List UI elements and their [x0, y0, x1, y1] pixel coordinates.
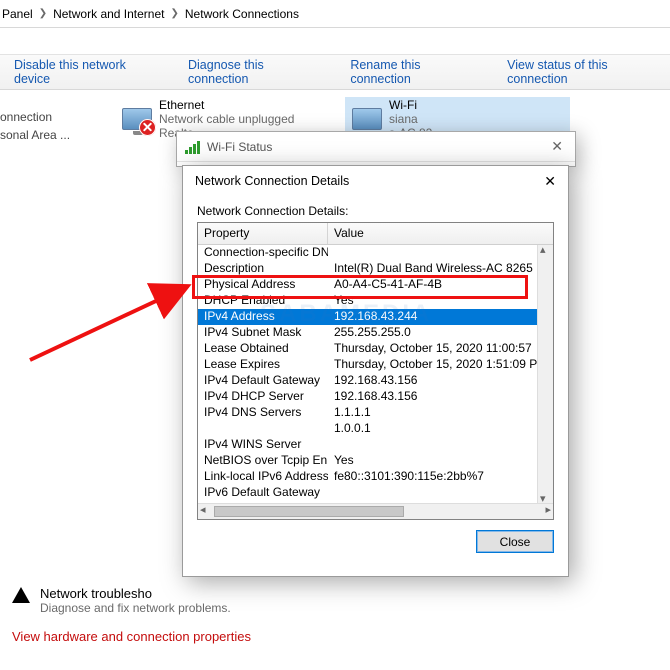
cell-property: Physical Address — [198, 277, 328, 293]
hardware-properties-link[interactable]: View hardware and connection properties — [12, 629, 652, 644]
vertical-scrollbar[interactable] — [537, 245, 553, 503]
view-status-button[interactable]: View status of this connection — [507, 58, 670, 86]
scrollbar-thumb[interactable] — [214, 506, 404, 517]
table-row[interactable]: DHCP EnabledYes — [198, 293, 537, 309]
close-button[interactable]: Close — [476, 530, 554, 553]
cell-property: IPv4 Address — [198, 309, 328, 325]
table-row[interactable]: Link-local IPv6 Addressfe80::3101:390:11… — [198, 469, 537, 485]
table-row[interactable]: Lease ObtainedThursday, October 15, 2020… — [198, 341, 537, 357]
table-row[interactable]: IPv4 DNS Servers1.1.1.1 — [198, 405, 537, 421]
table-row[interactable]: IPv4 DHCP Server192.168.43.156 — [198, 389, 537, 405]
chevron-right-icon: ❯ — [39, 8, 47, 19]
cell-property: Connection-specific DN... — [198, 245, 328, 261]
adapter-status: siana — [389, 112, 442, 126]
wifi-status-window: Wi-Fi Status ✕ — [176, 131, 576, 167]
adapter-name: Wi-Fi — [389, 98, 442, 112]
troubleshoot-section: Network troublesho Diagnose and fix netw… — [12, 586, 652, 644]
sidebar-text: onnection — [0, 108, 110, 126]
adapter-status: Network cable unplugged — [159, 112, 294, 126]
disconnected-icon — [139, 119, 156, 136]
crumb-panel[interactable]: Panel — [2, 7, 33, 21]
table-row[interactable]: Physical AddressA0-A4-C5-41-AF-4B — [198, 277, 537, 293]
table-row[interactable]: IPv4 WINS Server — [198, 437, 537, 453]
signal-icon — [185, 140, 201, 154]
disable-device-button[interactable]: Disable this network device — [14, 58, 164, 86]
close-icon[interactable]: ✕ — [540, 173, 560, 190]
header-property[interactable]: Property — [198, 223, 328, 244]
cell-value: 255.255.255.0 — [328, 325, 537, 341]
cell-value: Intel(R) Dual Band Wireless-AC 8265 — [328, 261, 537, 277]
troubleshoot-sub: Diagnose and fix network problems. — [40, 601, 231, 615]
grid-header[interactable]: Property Value — [198, 223, 553, 245]
adapter-name: Ethernet — [159, 98, 294, 112]
table-row[interactable]: IPv4 Address192.168.43.244 — [198, 309, 537, 325]
network-details-window: Network Connection Details ✕ Network Con… — [182, 165, 569, 577]
cell-value: Thursday, October 15, 2020 1:51:09 P — [328, 357, 537, 373]
table-row[interactable]: NetBIOS over Tcpip En...Yes — [198, 453, 537, 469]
sidebar-text: sonal Area ... — [0, 126, 110, 144]
horizontal-scrollbar[interactable] — [198, 503, 553, 519]
troubleshoot-title: Network troublesho — [40, 586, 231, 601]
cell-value: Yes — [328, 453, 537, 469]
cell-value — [328, 245, 537, 261]
table-row[interactable]: Connection-specific DN... — [198, 245, 537, 261]
cell-property — [198, 421, 328, 437]
crumb-connections[interactable]: Network Connections — [185, 7, 299, 21]
breadcrumb[interactable]: Panel ❯ Network and Internet ❯ Network C… — [0, 0, 670, 28]
cell-value: Yes — [328, 293, 537, 309]
cell-value: 192.168.43.244 — [328, 309, 537, 325]
cell-property: IPv4 DHCP Server — [198, 389, 328, 405]
warning-icon — [12, 586, 30, 604]
cell-value: 1.0.0.1 — [328, 421, 537, 437]
cell-property: IPv4 Default Gateway — [198, 373, 328, 389]
header-value[interactable]: Value — [328, 223, 553, 244]
cell-value: fe80::3101:390:115e:2bb%7 — [328, 469, 537, 485]
details-grid: Property Value Connection-specific DN...… — [197, 222, 554, 520]
cell-property: IPv6 Default Gateway — [198, 485, 328, 501]
cell-property: IPv4 Subnet Mask — [198, 325, 328, 341]
diagnose-button[interactable]: Diagnose this connection — [188, 58, 326, 86]
table-row[interactable]: Lease ExpiresThursday, October 15, 2020 … — [198, 357, 537, 373]
cell-property: Link-local IPv6 Address — [198, 469, 328, 485]
cell-property: DHCP Enabled — [198, 293, 328, 309]
cell-value: 192.168.43.156 — [328, 389, 537, 405]
cell-value — [328, 437, 537, 453]
cell-value: 1.1.1.1 — [328, 405, 537, 421]
table-row[interactable]: IPv6 Default Gateway — [198, 485, 537, 501]
crumb-network[interactable]: Network and Internet — [53, 7, 164, 21]
cell-property: Lease Obtained — [198, 341, 328, 357]
cell-value: 192.168.43.156 — [328, 373, 537, 389]
window-title: Wi-Fi Status — [207, 140, 272, 154]
window-title: Network Connection Details — [195, 174, 349, 188]
close-icon[interactable]: ✕ — [545, 138, 569, 155]
sidebar-fragment: onnection sonal Area ... — [0, 90, 110, 144]
chevron-right-icon: ❯ — [171, 8, 179, 19]
rename-button[interactable]: Rename this connection — [350, 58, 483, 86]
table-row[interactable]: IPv4 Subnet Mask255.255.255.0 — [198, 325, 537, 341]
table-row[interactable]: IPv4 Default Gateway192.168.43.156 — [198, 373, 537, 389]
toolbar: Disable this network device Diagnose thi… — [0, 54, 670, 90]
cell-value — [328, 485, 537, 501]
cell-property: Lease Expires — [198, 357, 328, 373]
network-adapter-icon — [352, 108, 382, 130]
details-caption: Network Connection Details: — [197, 204, 554, 218]
table-row[interactable]: DescriptionIntel(R) Dual Band Wireless-A… — [198, 261, 537, 277]
cell-property: IPv4 DNS Servers — [198, 405, 328, 421]
cell-value: Thursday, October 15, 2020 11:00:57 — [328, 341, 537, 357]
table-row[interactable]: 1.0.0.1 — [198, 421, 537, 437]
cell-property: NetBIOS over Tcpip En... — [198, 453, 328, 469]
cell-property: IPv4 WINS Server — [198, 437, 328, 453]
cell-value: A0-A4-C5-41-AF-4B — [328, 277, 537, 293]
cell-property: Description — [198, 261, 328, 277]
